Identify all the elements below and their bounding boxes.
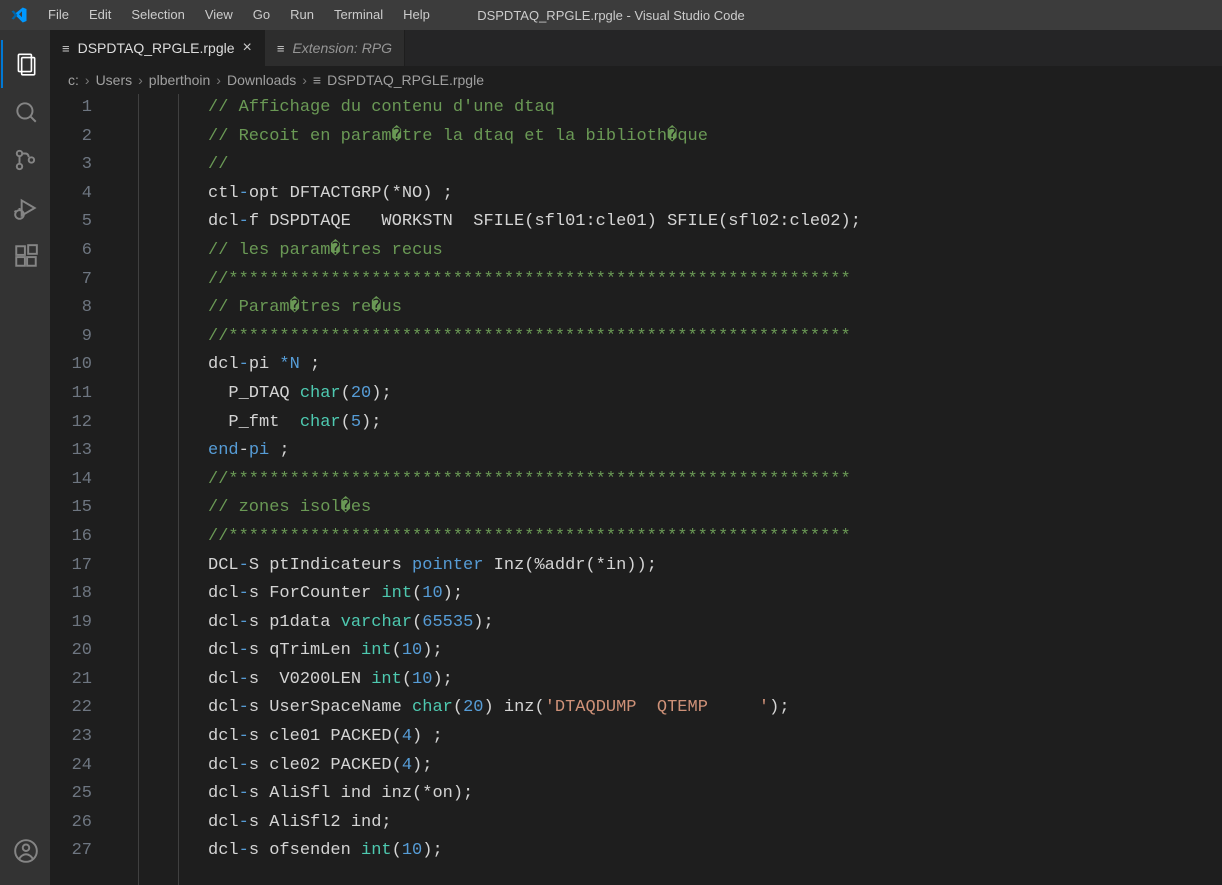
code-line[interactable]: //**************************************… [208,266,1222,295]
menu-item-go[interactable]: Go [245,0,278,30]
menu-bar: FileEditSelectionViewGoRunTerminalHelp [40,0,438,30]
menu-item-run[interactable]: Run [282,0,322,30]
line-number: 3 [50,151,92,180]
code-line[interactable]: //**************************************… [208,523,1222,552]
line-number: 2 [50,123,92,152]
code-line[interactable]: dcl-s cle01 PACKED(4) ; [208,723,1222,752]
code-line[interactable]: // Param�tres re�us [208,294,1222,323]
line-number: 7 [50,266,92,295]
line-number: 11 [50,380,92,409]
code-line[interactable]: dcl-s UserSpaceName char(20) inz('DTAQDU… [208,694,1222,723]
close-icon[interactable]: × [243,40,252,56]
chevron-right-icon: › [302,72,307,88]
editor-tab[interactable]: ≡ Extension: RPG [265,30,405,66]
line-number: 19 [50,609,92,638]
code-content[interactable]: // Affichage du contenu d'une dtaq// Rec… [208,94,1222,885]
code-line[interactable]: dcl-pi *N ; [208,351,1222,380]
line-number: 6 [50,237,92,266]
line-number-gutter: 1234567891011121314151617181920212223242… [50,94,118,885]
activity-run-debug-icon[interactable] [1,184,49,232]
breadcrumb-segment[interactable]: DSPDTAQ_RPGLE.rpgle [327,72,484,88]
line-number: 14 [50,466,92,495]
title-bar: FileEditSelectionViewGoRunTerminalHelp D… [0,0,1222,30]
line-number: 4 [50,180,92,209]
line-number: 5 [50,208,92,237]
code-line[interactable]: P_DTAQ char(20); [208,380,1222,409]
menu-item-help[interactable]: Help [395,0,438,30]
code-line[interactable]: dcl-s AliSfl ind inz(*on); [208,780,1222,809]
code-line[interactable]: // Affichage du contenu d'une dtaq [208,94,1222,123]
activity-source-control-icon[interactable] [1,136,49,184]
line-number: 25 [50,780,92,809]
code-line[interactable]: P_fmt char(5); [208,409,1222,438]
activity-search-icon[interactable] [1,88,49,136]
line-number: 8 [50,294,92,323]
file-icon: ≡ [313,72,321,88]
line-number: 15 [50,494,92,523]
line-number: 20 [50,637,92,666]
chevron-right-icon: › [216,72,221,88]
line-number: 18 [50,580,92,609]
activity-explorer-icon[interactable] [1,40,49,88]
code-line[interactable]: // zones isol�es [208,494,1222,523]
code-line[interactable]: //**************************************… [208,323,1222,352]
line-number: 16 [50,523,92,552]
editor-tab[interactable]: ≡ DSPDTAQ_RPGLE.rpgle × [50,30,265,66]
chevron-right-icon: › [85,72,90,88]
activity-bar [0,30,50,885]
breadcrumb-segment[interactable]: Downloads [227,72,296,88]
menu-item-view[interactable]: View [197,0,241,30]
code-line[interactable]: // [208,151,1222,180]
indent-guides [118,94,208,885]
code-line[interactable]: DCL-S ptIndicateurs pointer Inz(%addr(*i… [208,552,1222,581]
menu-item-file[interactable]: File [40,0,77,30]
line-number: 27 [50,837,92,866]
code-line[interactable]: dcl-s ForCounter int(10); [208,580,1222,609]
breadcrumb[interactable]: c: › Users › plberthoin › Downloads › ≡ DSPDTAQ_R… [50,66,1222,94]
code-line[interactable]: dcl-s p1data varchar(65535); [208,609,1222,638]
line-number: 9 [50,323,92,352]
code-line[interactable]: dcl-s qTrimLen int(10); [208,637,1222,666]
code-line[interactable]: // Recoit en param�tre la dtaq et la bib… [208,123,1222,152]
line-number: 22 [50,694,92,723]
code-line[interactable]: ctl-opt DFTACTGRP(*NO) ; [208,180,1222,209]
code-line[interactable]: dcl-s V0200LEN int(10); [208,666,1222,695]
breadcrumb-segment[interactable]: c: [68,72,79,88]
breadcrumb-segment[interactable]: plberthoin [149,72,211,88]
menu-item-terminal[interactable]: Terminal [326,0,391,30]
breadcrumb-segment[interactable]: Users [96,72,133,88]
code-line[interactable]: dcl-s AliSfl2 ind; [208,809,1222,838]
line-number: 24 [50,752,92,781]
line-number: 26 [50,809,92,838]
menu-item-selection[interactable]: Selection [123,0,192,30]
line-number: 12 [50,409,92,438]
code-line[interactable]: dcl-s cle02 PACKED(4); [208,752,1222,781]
code-line[interactable]: dcl-f DSPDTAQE WORKSTN SFILE(sfl01:cle01… [208,208,1222,237]
activity-extensions-icon[interactable] [1,232,49,280]
vscode-logo-icon [10,6,28,24]
tab-bar: ≡ DSPDTAQ_RPGLE.rpgle × ≡ Extension: RPG [50,30,1222,66]
menu-item-edit[interactable]: Edit [81,0,119,30]
file-icon: ≡ [277,41,285,56]
line-number: 1 [50,94,92,123]
code-line[interactable]: // les param�tres recus [208,237,1222,266]
line-number: 21 [50,666,92,695]
tab-label: DSPDTAQ_RPGLE.rpgle [78,40,235,56]
code-line[interactable]: //**************************************… [208,466,1222,495]
line-number: 13 [50,437,92,466]
line-number: 10 [50,351,92,380]
code-editor[interactable]: 1234567891011121314151617181920212223242… [50,94,1222,885]
line-number: 23 [50,723,92,752]
code-line[interactable]: end-pi ; [208,437,1222,466]
window-title: DSPDTAQ_RPGLE.rpgle - Visual Studio Code [477,8,745,23]
code-line[interactable]: dcl-s ofsenden int(10); [208,837,1222,866]
chevron-right-icon: › [138,72,143,88]
line-number: 17 [50,552,92,581]
file-icon: ≡ [62,41,70,56]
editor-group: ≡ DSPDTAQ_RPGLE.rpgle × ≡ Extension: RPG c: ›… [50,30,1222,885]
tab-label: Extension: RPG [292,40,392,56]
activity-accounts-icon[interactable] [1,827,49,875]
